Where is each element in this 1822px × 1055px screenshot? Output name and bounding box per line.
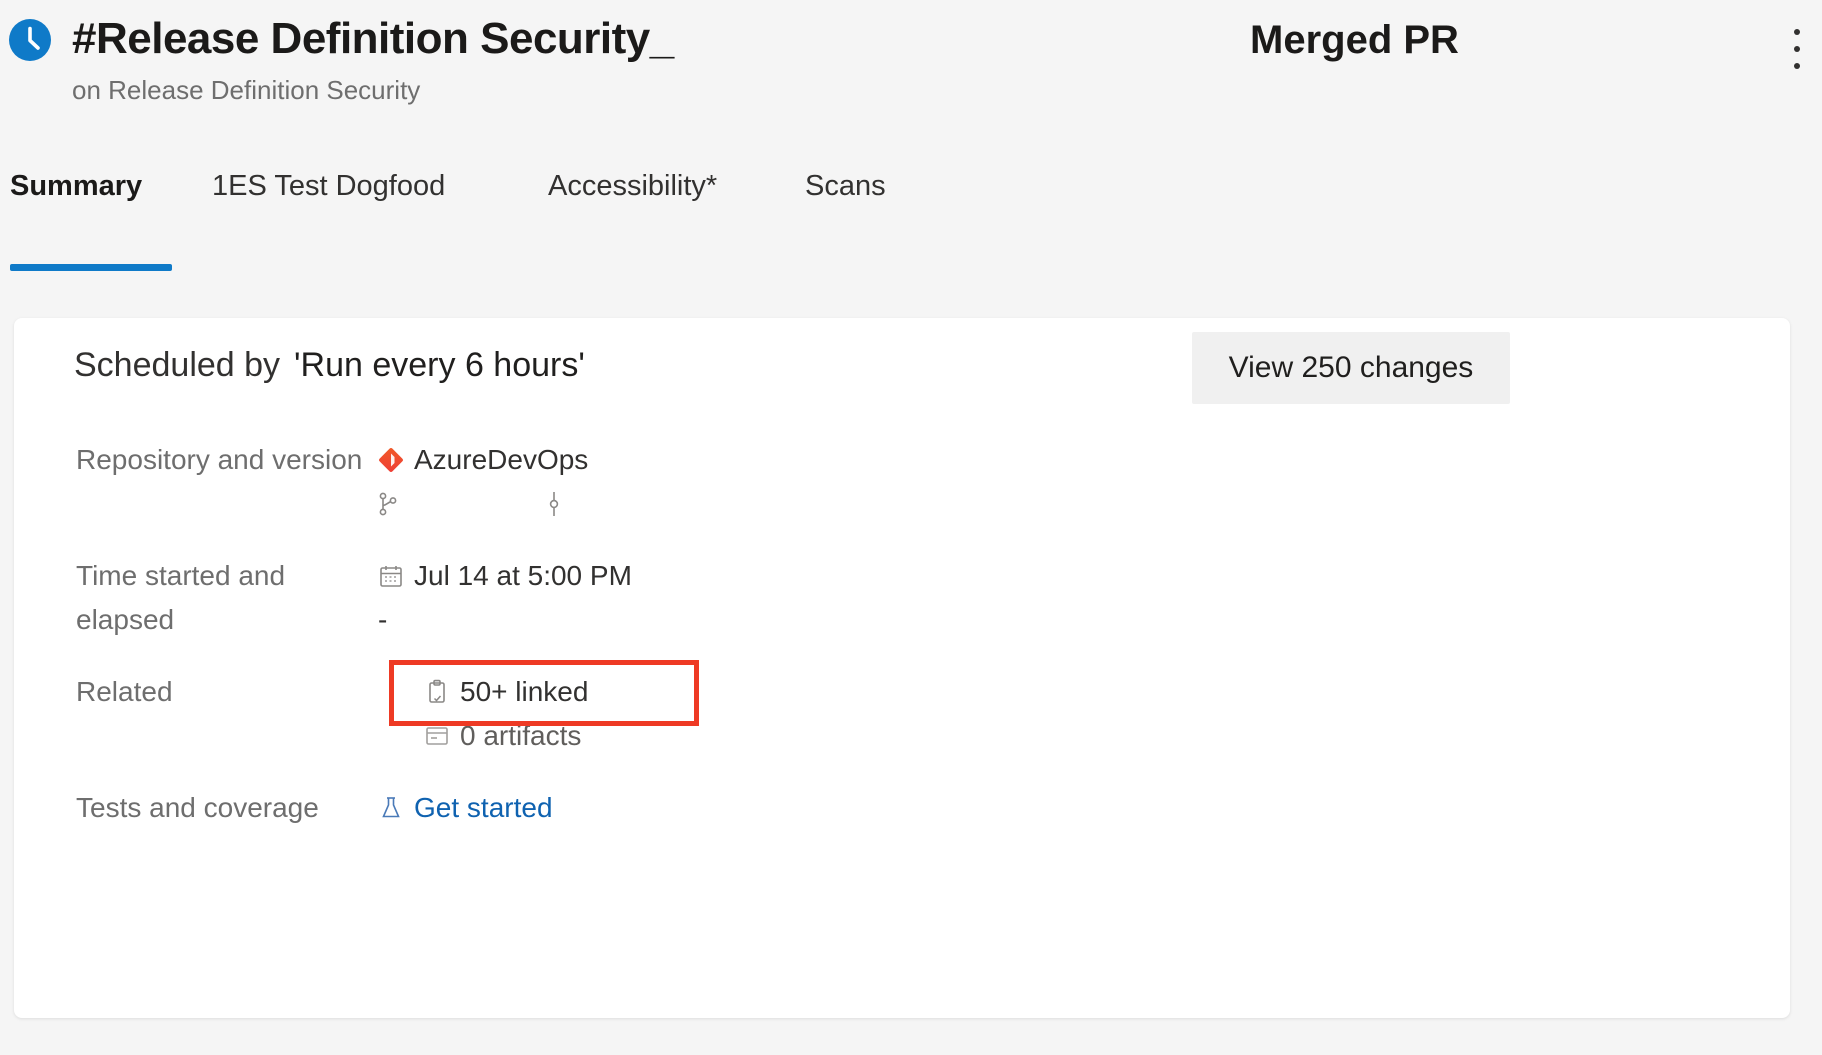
detail-label-repository: Repository and version [76, 438, 376, 482]
page-header: #Release Definition Security_ on Release… [0, 0, 1822, 150]
tab-summary[interactable]: Summary [10, 160, 142, 212]
azure-repos-diamond-icon [376, 445, 406, 475]
detail-value-related: 50+ linked 0 artifacts [376, 670, 1176, 758]
artifact-box-icon [422, 721, 452, 751]
clock-circle-icon [8, 18, 52, 62]
tab-scans[interactable]: Scans [805, 160, 886, 212]
page-title: #Release Definition Security_ [72, 8, 674, 70]
run-summary-card: Scheduled by 'Run every 6 hours' View 250… [14, 318, 1790, 1018]
more-actions-icon[interactable] [1782, 26, 1812, 72]
scheduled-by-heading: Scheduled by 'Run every 6 hours' [74, 346, 585, 385]
artifacts-count[interactable]: 0 artifacts [460, 714, 581, 758]
clipboard-icon [422, 677, 452, 707]
detail-row-time: Time started and elapsed Jul 14 at 5:00 … [76, 554, 1176, 670]
detail-label-tests: Tests and coverage [76, 786, 376, 830]
scheduled-by-label: Scheduled by [74, 346, 280, 384]
git-commit-icon [546, 490, 562, 518]
merge-status-label: Merged PR [1250, 18, 1459, 63]
git-branch-icon [376, 491, 400, 517]
page-subtitle: on Release Definition Security [72, 72, 674, 108]
detail-value-tests: Get started [376, 786, 1176, 830]
detail-row-related: Related 50+ linked [76, 670, 1176, 786]
detail-value-time: Jul 14 at 5:00 PM - [376, 554, 1176, 642]
linked-work-items-count[interactable]: 50+ linked [460, 670, 588, 714]
detail-row-repository: Repository and version [76, 438, 1176, 554]
start-time: Jul 14 at 5:00 PM [414, 554, 632, 598]
title-block: #Release Definition Security_ on Release… [72, 8, 674, 108]
detail-row-tests: Tests and coverage Get started [76, 786, 1176, 846]
repository-name[interactable]: AzureDevOps [414, 438, 588, 482]
detail-value-repository: AzureDevOps [376, 438, 1176, 526]
calendar-icon [376, 561, 406, 591]
tab-1es-test-dogfood[interactable]: 1ES Test Dogfood [212, 160, 445, 212]
flask-icon [376, 793, 406, 823]
run-details-list: Repository and version [76, 438, 1176, 846]
scheduled-by-value: 'Run every 6 hours' [294, 346, 585, 384]
detail-label-time: Time started and elapsed [76, 554, 376, 642]
elapsed-time: - [378, 598, 387, 642]
tab-bar: Summary 1ES Test Dogfood Accessibility* … [0, 160, 1822, 272]
detail-label-related: Related [76, 670, 376, 714]
active-tab-indicator [10, 264, 172, 271]
tab-accessibility[interactable]: Accessibility* [548, 160, 717, 212]
view-changes-button[interactable]: View 250 changes [1192, 332, 1510, 404]
tests-get-started-link[interactable]: Get started [414, 786, 553, 830]
